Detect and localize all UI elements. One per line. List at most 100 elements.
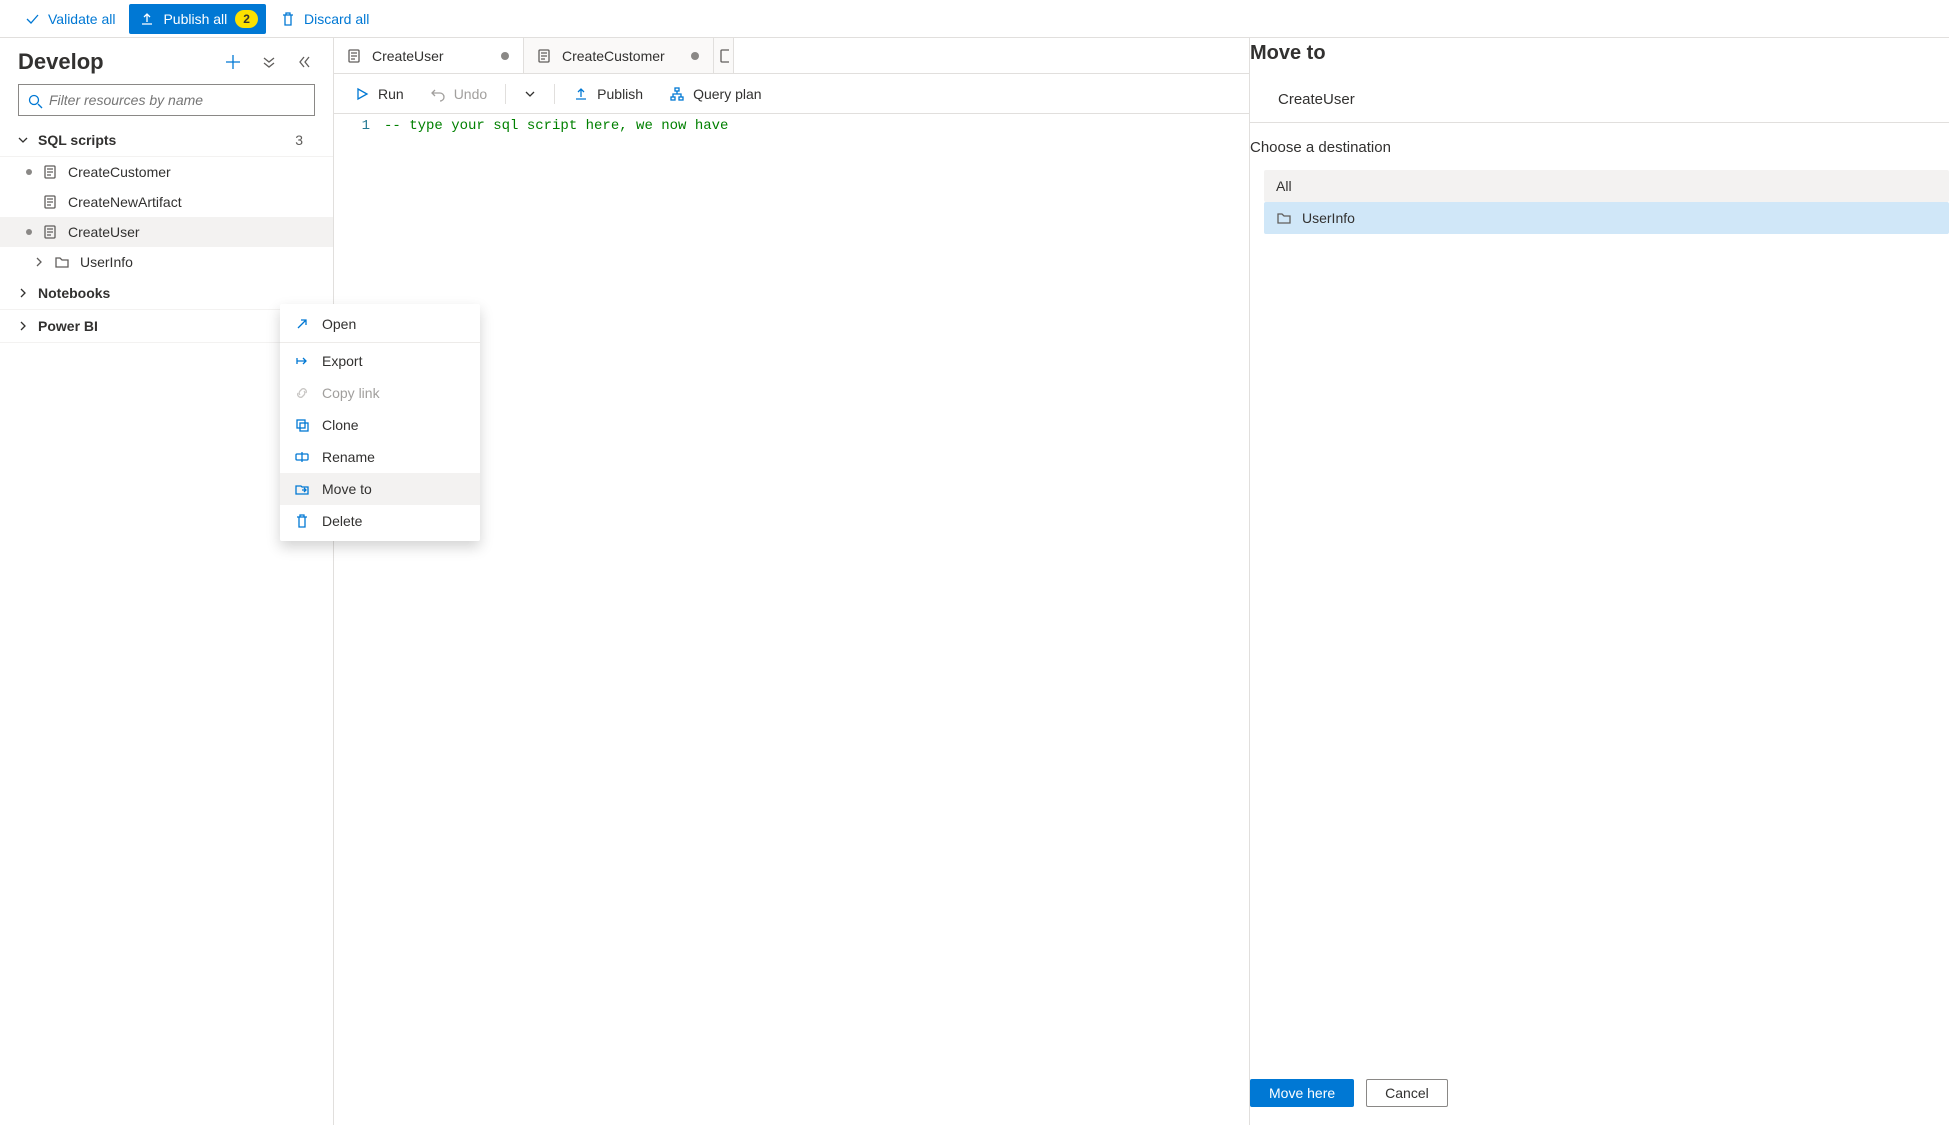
move-to-current-item: CreateUser <box>1250 83 1949 123</box>
folder-icon <box>54 254 70 270</box>
caret-right-icon <box>34 257 44 267</box>
caret-right-icon <box>18 288 28 298</box>
move-here-label: Move here <box>1269 1085 1335 1101</box>
sql-script-icon <box>536 48 552 64</box>
ctx-export[interactable]: Export <box>280 345 480 377</box>
caret-right-icon <box>18 321 28 331</box>
ctx-rename[interactable]: Rename <box>280 441 480 473</box>
play-icon <box>354 86 370 102</box>
tab-label: CreateUser <box>372 48 444 64</box>
powerbi-label: Power BI <box>38 318 98 334</box>
ctx-move-to[interactable]: Move to <box>280 473 480 505</box>
resource-tree: SQL scripts 3 CreateCustomer CreateNewAr… <box>0 124 333 1125</box>
run-button[interactable]: Run <box>344 82 414 106</box>
discard-all-label: Discard all <box>304 11 369 27</box>
check-icon <box>24 11 40 27</box>
publish-all-button[interactable]: Publish all 2 <box>129 4 266 34</box>
sql-scripts-label: SQL scripts <box>38 132 116 148</box>
develop-title: Develop <box>18 49 104 75</box>
undo-dropdown[interactable] <box>514 84 546 104</box>
notebooks-label: Notebooks <box>38 285 110 301</box>
discard-all-button[interactable]: Discard all <box>270 4 379 34</box>
context-menu-separator <box>280 342 480 343</box>
query-plan-button[interactable]: Query plan <box>659 82 771 106</box>
ctx-open-label: Open <box>322 316 356 332</box>
editor-pane: CreateUser CreateCustomer Run <box>334 38 1249 1125</box>
rename-icon <box>294 449 310 465</box>
unsaved-indicator-icon <box>691 52 699 60</box>
export-icon <box>294 353 310 369</box>
undo-button[interactable]: Undo <box>420 82 497 106</box>
destination-userinfo-label: UserInfo <box>1302 210 1355 226</box>
publish-count-badge: 2 <box>235 10 258 28</box>
collapse-pane-button[interactable] <box>291 50 315 74</box>
ctx-open[interactable]: Open <box>280 308 480 340</box>
destination-list: All UserInfo <box>1250 170 1949 234</box>
move-to-title: Move to <box>1250 38 1949 83</box>
cancel-button[interactable]: Cancel <box>1366 1079 1448 1107</box>
plus-icon <box>223 52 243 72</box>
ctx-clone[interactable]: Clone <box>280 409 480 441</box>
tree-item-label: CreateNewArtifact <box>68 194 182 210</box>
tab-createcustomer[interactable]: CreateCustomer <box>524 38 714 73</box>
tree-item-createuser[interactable]: CreateUser <box>0 217 333 247</box>
cancel-label: Cancel <box>1385 1085 1429 1101</box>
publish-label: Publish <box>597 86 643 102</box>
ctx-delete-label: Delete <box>322 513 362 529</box>
ctx-copy-link-label: Copy link <box>322 385 380 401</box>
add-resource-button[interactable] <box>219 48 247 76</box>
open-icon <box>294 316 310 332</box>
upload-icon <box>573 86 589 102</box>
run-label: Run <box>378 86 404 102</box>
code-editor[interactable]: 1 -- type your sql script here, we now h… <box>334 114 1249 1125</box>
sql-script-icon <box>42 194 58 210</box>
sql-scripts-group[interactable]: SQL scripts 3 <box>0 124 333 157</box>
chevron-down-icon <box>524 88 536 100</box>
query-plan-label: Query plan <box>693 86 761 102</box>
unsaved-indicator-icon <box>26 169 32 175</box>
ctx-rename-label: Rename <box>322 449 375 465</box>
double-chevron-left-icon <box>295 54 311 70</box>
ctx-move-to-label: Move to <box>322 481 372 497</box>
filter-resources-input[interactable] <box>19 86 314 114</box>
move-to-icon <box>294 481 310 497</box>
tree-item-createcustomer[interactable]: CreateCustomer <box>0 157 333 187</box>
tab-createuser[interactable]: CreateUser <box>334 38 524 73</box>
sql-script-icon <box>42 164 58 180</box>
delete-icon <box>294 513 310 529</box>
destination-all[interactable]: All <box>1264 170 1949 202</box>
validate-all-button[interactable]: Validate all <box>14 4 125 34</box>
tree-folder-userinfo[interactable]: UserInfo <box>0 247 333 277</box>
develop-pane: Develop <box>0 38 334 1125</box>
expand-all-button[interactable] <box>257 50 281 74</box>
unsaved-indicator-icon <box>26 229 32 235</box>
move-here-button[interactable]: Move here <box>1250 1079 1354 1107</box>
tab-overflow[interactable] <box>714 38 734 73</box>
sql-scripts-count: 3 <box>295 132 315 148</box>
ctx-export-label: Export <box>322 353 362 369</box>
folder-icon <box>1276 210 1292 226</box>
move-to-panel: Move to CreateUser Choose a destination … <box>1249 38 1949 1125</box>
link-icon <box>294 385 310 401</box>
code-line: -- type your sql script here, we now hav… <box>384 114 728 1125</box>
tree-item-label: CreateCustomer <box>68 164 171 180</box>
tree-item-createnewartifact[interactable]: CreateNewArtifact <box>0 187 333 217</box>
destination-userinfo[interactable]: UserInfo <box>1264 202 1949 234</box>
unsaved-indicator-icon <box>501 52 509 60</box>
caret-down-icon <box>18 135 28 145</box>
undo-icon <box>430 86 446 102</box>
publish-all-label: Publish all <box>163 11 227 27</box>
ctx-delete[interactable]: Delete <box>280 505 480 537</box>
tree-item-label: UserInfo <box>80 254 133 270</box>
editor-toolbar: Run Undo Publish Query plan <box>334 74 1249 114</box>
line-number: 1 <box>338 118 370 134</box>
sql-script-icon <box>346 48 362 64</box>
ctx-clone-label: Clone <box>322 417 359 433</box>
search-input-container <box>18 84 315 116</box>
toolbar-separator <box>554 84 555 104</box>
sql-script-icon <box>718 48 729 64</box>
ctx-copy-link: Copy link <box>280 377 480 409</box>
undo-label: Undo <box>454 86 487 102</box>
upload-icon <box>139 11 155 27</box>
publish-button[interactable]: Publish <box>563 82 653 106</box>
